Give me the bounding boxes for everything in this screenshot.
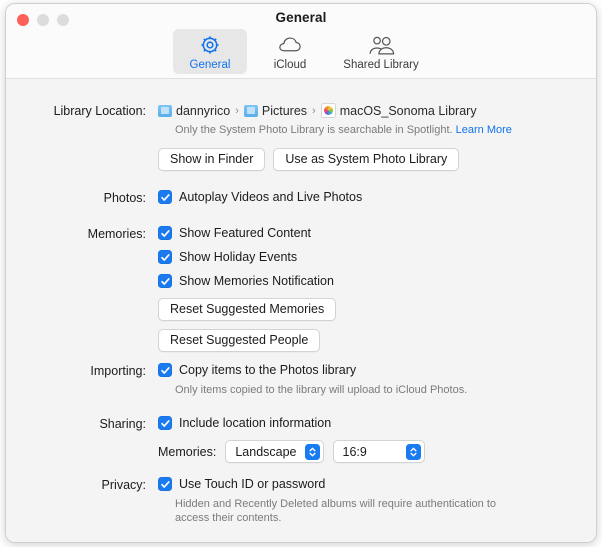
privacy-note-line2: access their contents. bbox=[175, 512, 282, 524]
folder-icon bbox=[158, 104, 172, 117]
reset-suggested-memories-button[interactable]: Reset Suggested Memories bbox=[158, 298, 337, 321]
memories-notification-checkbox-row[interactable]: Show Memories Notification bbox=[158, 274, 334, 288]
reset-suggested-memories-row: Reset Suggested Memories bbox=[158, 298, 337, 321]
include-location-checkbox-row[interactable]: Include location information bbox=[158, 416, 331, 430]
privacy-note: Hidden and Recently Deleted albums will … bbox=[175, 497, 496, 525]
touch-id-checkbox[interactable] bbox=[158, 477, 172, 491]
photos-library-icon bbox=[320, 103, 336, 118]
show-holiday-events-label: Show Holiday Events bbox=[179, 250, 298, 264]
show-featured-content-checkbox[interactable] bbox=[158, 226, 172, 240]
sharing-label: Sharing: bbox=[99, 417, 146, 431]
learn-more-link[interactable]: Learn More bbox=[456, 123, 512, 137]
show-memories-notification-label: Show Memories Notification bbox=[179, 274, 334, 288]
library-location-note: Only the System Photo Library is searcha… bbox=[175, 123, 512, 137]
importing-label: Importing: bbox=[90, 364, 146, 378]
importing-note: Only items copied to the library will up… bbox=[175, 384, 468, 396]
copy-items-checkbox[interactable] bbox=[158, 363, 172, 377]
tab-general[interactable]: General bbox=[173, 29, 247, 74]
chevron-up-down-icon bbox=[405, 443, 421, 460]
sharing-memories-row: Memories: Landscape 16:9 bbox=[158, 440, 425, 463]
copy-items-checkbox-row[interactable]: Copy items to the Photos library bbox=[158, 363, 356, 377]
holiday-events-checkbox-row[interactable]: Show Holiday Events bbox=[158, 250, 297, 264]
show-memories-notification-checkbox[interactable] bbox=[158, 274, 172, 288]
breadcrumb-label-pictures: Pictures bbox=[261, 103, 308, 118]
reset-suggested-people-button[interactable]: Reset Suggested People bbox=[158, 329, 321, 352]
use-as-system-photo-library-button[interactable]: Use as System Photo Library bbox=[273, 148, 460, 171]
tab-icloud-label: iCloud bbox=[273, 59, 307, 71]
autoplay-checkbox-row[interactable]: Autoplay Videos and Live Photos bbox=[158, 190, 362, 204]
library-action-buttons: Show in Finder Use as System Photo Libra… bbox=[158, 148, 460, 171]
breadcrumb-item-library[interactable]: macOS_Sonoma Library bbox=[320, 103, 477, 118]
library-location-breadcrumb[interactable]: dannyrico › Pictures › macOS_Sonoma Libr… bbox=[158, 103, 477, 118]
breadcrumb-separator: › bbox=[312, 104, 316, 117]
autoplay-checkbox[interactable] bbox=[158, 190, 172, 204]
breadcrumb-separator: › bbox=[235, 104, 239, 117]
chevron-up-down-icon bbox=[304, 443, 320, 460]
library-location-label: Library Location: bbox=[53, 104, 146, 118]
privacy-note-line1: Hidden and Recently Deleted albums will … bbox=[175, 498, 497, 510]
photos-label: Photos: bbox=[103, 191, 146, 205]
autoplay-label: Autoplay Videos and Live Photos bbox=[179, 190, 363, 204]
privacy-label: Privacy: bbox=[101, 478, 146, 492]
tab-icloud[interactable]: iCloud bbox=[253, 29, 327, 74]
featured-content-checkbox-row[interactable]: Show Featured Content bbox=[158, 226, 311, 240]
touch-id-label: Use Touch ID or password bbox=[179, 477, 326, 491]
show-holiday-events-checkbox[interactable] bbox=[158, 250, 172, 264]
breadcrumb-item-pictures[interactable]: Pictures bbox=[243, 103, 308, 118]
title-bar: General General iCloud Shared Library bbox=[6, 4, 596, 79]
cloud-icon bbox=[255, 33, 325, 57]
window-title: General bbox=[275, 10, 327, 25]
include-location-checkbox[interactable] bbox=[158, 416, 172, 430]
memories-aspect-ratio-value: 16:9 bbox=[342, 444, 367, 459]
breadcrumb-label-library: macOS_Sonoma Library bbox=[339, 103, 477, 118]
breadcrumb-label-user: dannyrico bbox=[176, 103, 231, 118]
memories-orientation-popup[interactable]: Landscape bbox=[225, 440, 324, 463]
memories-aspect-ratio-popup[interactable]: 16:9 bbox=[332, 440, 425, 463]
folder-icon bbox=[243, 104, 258, 117]
reset-suggested-people-row: Reset Suggested People bbox=[158, 329, 321, 352]
library-note-text: Only the System Photo Library is searcha… bbox=[175, 124, 453, 136]
sharing-memories-label: Memories: bbox=[158, 444, 217, 459]
copy-items-label: Copy items to the Photos library bbox=[179, 363, 357, 377]
memories-orientation-value: Landscape bbox=[235, 444, 297, 459]
include-location-label: Include location information bbox=[179, 416, 332, 430]
people-icon bbox=[335, 33, 427, 57]
tab-shared-library-label: Shared Library bbox=[343, 59, 419, 71]
show-featured-content-label: Show Featured Content bbox=[179, 226, 312, 240]
breadcrumb-item-user[interactable]: dannyrico bbox=[158, 104, 230, 118]
touch-id-checkbox-row[interactable]: Use Touch ID or password bbox=[158, 477, 325, 491]
memories-label: Memories: bbox=[87, 227, 146, 241]
toolbar-tabs: General iCloud Shared Library bbox=[6, 29, 596, 74]
tab-general-label: General bbox=[189, 59, 231, 71]
gear-icon bbox=[175, 33, 245, 57]
tab-shared-library[interactable]: Shared Library bbox=[333, 29, 429, 74]
settings-content: Library Location: dannyrico › Pictures ›… bbox=[6, 79, 596, 542]
show-in-finder-button[interactable]: Show in Finder bbox=[158, 148, 266, 171]
photos-settings-window: General General iCloud Shared Library Li… bbox=[5, 3, 597, 543]
